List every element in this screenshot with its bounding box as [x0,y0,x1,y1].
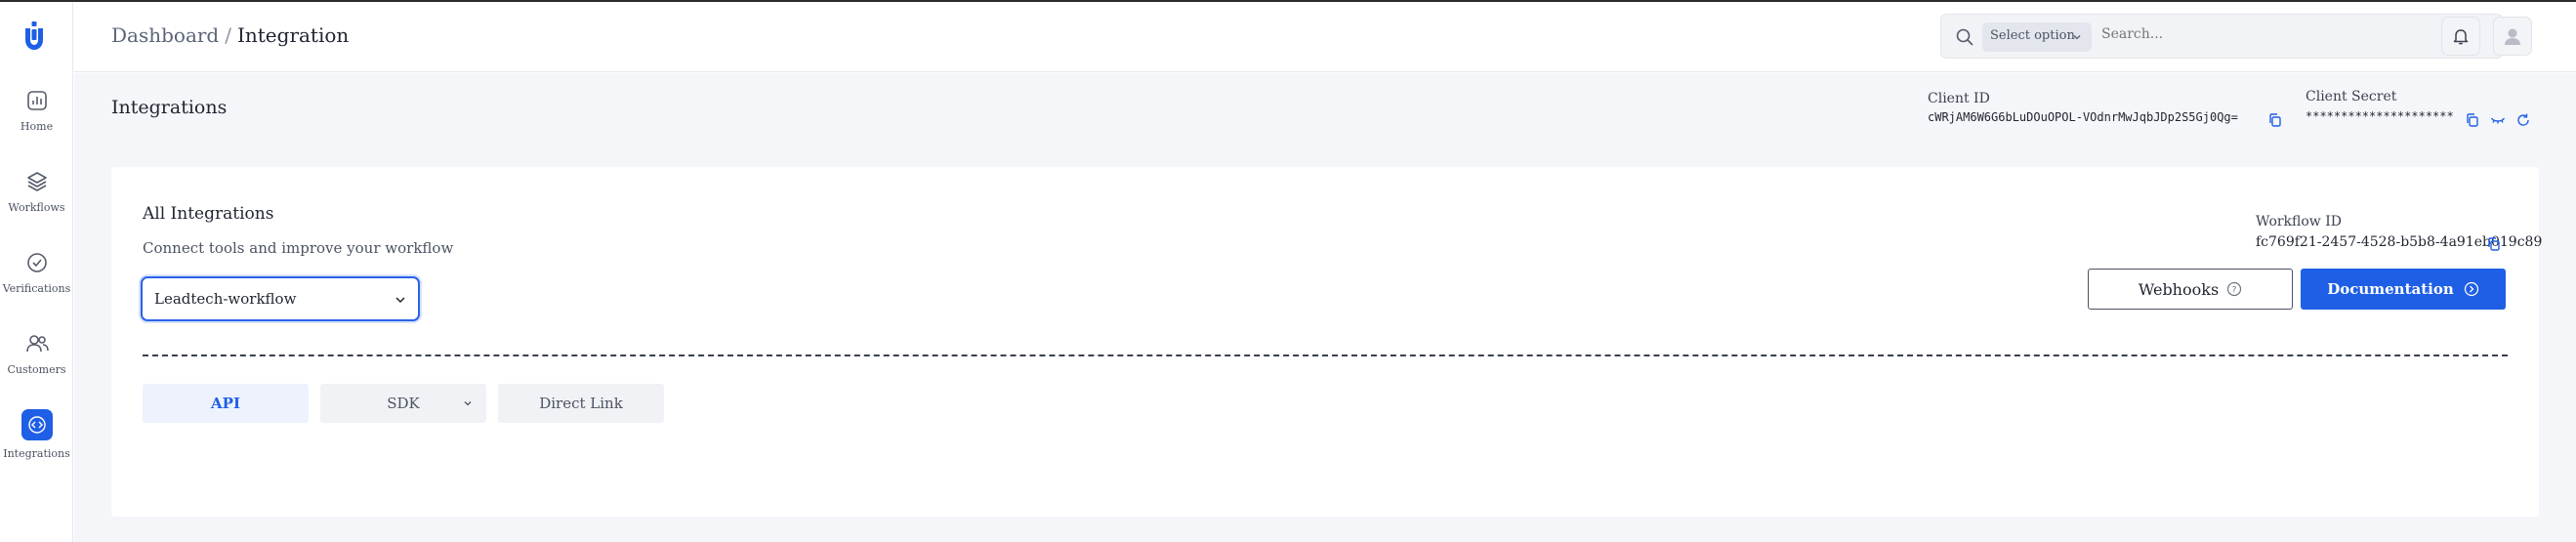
chevron-down-icon [464,401,472,406]
page-title: Integrations [111,97,228,118]
workflow-select-value: Leadtech-workflow [154,290,297,308]
copy-client-id-icon[interactable] [2267,112,2283,128]
client-secret-label: Client Secret [2306,89,2397,104]
card-subtitle: Connect tools and improve your workflow [143,239,454,257]
layers-icon [26,172,47,191]
refresh-icon[interactable] [2515,112,2531,128]
card-title: All Integrations [143,204,274,224]
sidebar-active-indicator [21,409,53,440]
main-content: Integrations Client ID cWRjAM6W6G6bLuDOu… [74,73,2576,542]
users-icon [25,335,49,353]
sidebar-item-label: Customers [7,363,66,376]
workflow-id-label: Workflow ID [2256,214,2342,229]
user-avatar-button[interactable] [2493,17,2532,56]
breadcrumb-current: Integration [236,23,350,47]
info-icon: ? [2227,281,2242,297]
sidebar-item-label: Home [20,120,54,133]
sidebar-item-label: Verifications [2,282,71,295]
chevron-down-icon [2073,35,2081,40]
bell-icon [2453,29,2469,45]
topbar: Dashboard / Integration Select option [74,2,2576,72]
copy-client-secret-icon[interactable] [2465,112,2480,128]
tab-label: Direct Link [539,395,623,412]
copy-workflow-id-icon[interactable] [2486,236,2502,252]
notifications-button[interactable] [2441,17,2480,56]
search-scope-select[interactable]: Select option [1982,22,2092,52]
tab-label: SDK [387,395,420,412]
breadcrumb: Dashboard / Integration [111,23,349,47]
breadcrumb-separator: / [225,23,231,47]
sidebar-item-home[interactable]: Home [0,88,73,133]
sidebar: Home Workflows Verifications Customers I… [0,2,73,542]
sidebar-item-workflows[interactable]: Workflows [0,169,73,214]
sidebar-item-verifications[interactable]: Verifications [0,250,73,295]
search-input[interactable] [2101,26,2472,42]
sidebar-item-label: Integrations [3,447,70,460]
app-logo[interactable] [17,19,52,54]
arrow-circle-icon [2464,281,2478,297]
check-badge-icon [26,253,47,272]
client-id-value: cWRjAM6W6G6bLuDOuOPOL-VOdnrMwJqbJDp2S5Gj… [1928,110,2238,124]
webhooks-button-label: Webhooks [2138,279,2220,299]
tab-api[interactable]: API [143,384,309,423]
tab-direct-link[interactable]: Direct Link [498,384,664,423]
search-scope-label: Select option [1990,28,2075,43]
documentation-button[interactable]: Documentation [2301,269,2506,310]
client-secret-value: ********************* [2306,109,2454,123]
sidebar-item-customers[interactable]: Customers [0,331,73,376]
webhooks-button[interactable]: Webhooks ? [2088,269,2293,310]
chart-icon [26,91,47,110]
integrations-card: All Integrations Connect tools and impro… [111,167,2542,517]
search-bar: Select option [1940,14,2503,59]
client-id-label: Client ID [1928,91,1990,106]
search-icon [1956,28,1974,46]
documentation-button-label: Documentation [2327,280,2454,298]
tab-sdk[interactable]: SDK [320,384,486,423]
sidebar-item-label: Workflows [8,201,65,214]
user-avatar-icon [2505,28,2520,45]
svg-text:?: ? [2232,286,2237,296]
tab-label: API [211,395,240,412]
workflow-select[interactable]: Leadtech-workflow [141,276,420,321]
code-icon [27,416,46,434]
breadcrumb-dashboard[interactable]: Dashboard [111,23,219,47]
chevron-down-icon [395,297,405,304]
sidebar-item-integrations[interactable]: Integrations [0,409,73,460]
section-divider [143,354,2508,356]
eye-closed-icon[interactable] [2490,112,2506,128]
